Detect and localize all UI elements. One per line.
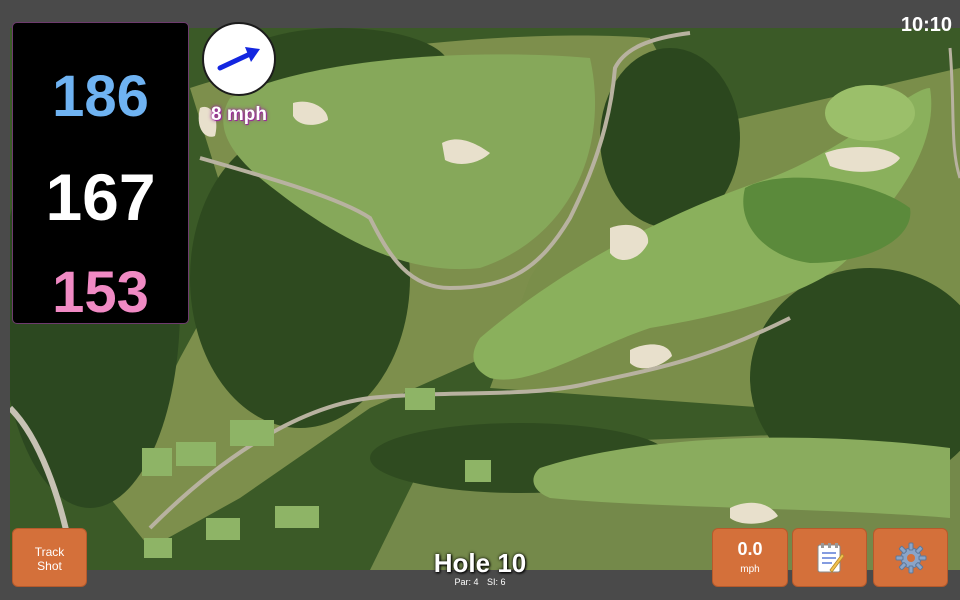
settings-button[interactable] <box>873 528 948 587</box>
track-shot-label-line2: Shot <box>37 559 62 573</box>
gear-icon <box>895 542 926 573</box>
notes-button[interactable] <box>792 528 867 587</box>
distance-panel: 186 167 153 <box>12 22 189 325</box>
back-distance: 186 <box>52 64 149 129</box>
track-shot-button[interactable]: Track Shot <box>12 528 87 587</box>
clock: 10:10 <box>900 14 952 36</box>
wind-speed-value: 0.0 <box>737 539 763 559</box>
middle-distance: 167 <box>45 160 156 234</box>
track-shot-label-line1: Track <box>34 545 65 559</box>
hole-stroke-index: SI: 6 <box>487 577 506 587</box>
wind-speed-unit: mph <box>740 564 760 575</box>
wind-speed-label: 8 mph <box>211 104 267 125</box>
front-distance: 153 <box>52 260 149 325</box>
hole-info: Par: 4 SI: 6 <box>380 577 580 587</box>
hole-par: Par: 4 <box>454 577 479 587</box>
arrow-icon <box>217 47 260 71</box>
hole-title: Hole 10 <box>433 548 527 578</box>
wind-speed-button[interactable]: 0.0 mph <box>712 528 788 587</box>
notepad-icon <box>817 542 844 573</box>
wind-direction-dial <box>202 22 276 96</box>
